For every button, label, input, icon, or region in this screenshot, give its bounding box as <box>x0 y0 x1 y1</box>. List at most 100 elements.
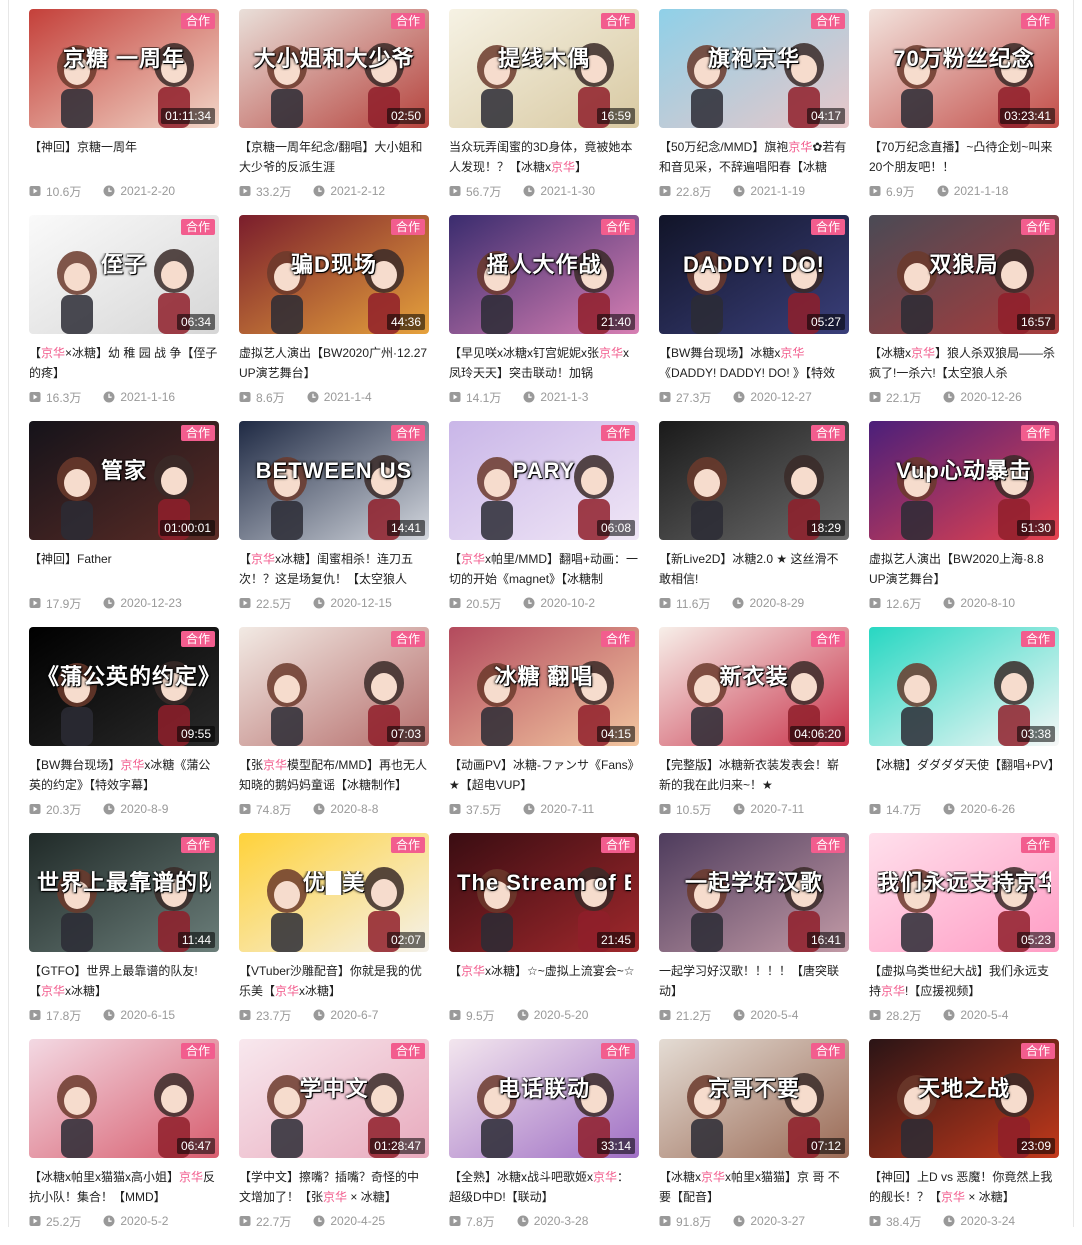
video-card[interactable]: Vup心动暴击 合作 51:30 虚拟艺人演出【BW2020上海·8.8 UP演艺舞台… <box>869 421 1059 627</box>
video-title[interactable]: 【新Live2D】冰糖2.0 ★ 这丝滑不敢相信! <box>659 549 849 589</box>
video-title[interactable]: 【京糖一周年纪念/翻唱】大小姐和大少爷的反派生涯 <box>239 137 429 177</box>
video-title[interactable]: 虚拟艺人演出【BW2020上海·8.8 UP演艺舞台】 <box>869 549 1059 589</box>
view-count-text: 56.7万 <box>466 184 502 199</box>
video-thumbnail[interactable]: PARY 合作 06:08 <box>449 421 639 540</box>
view-count-text: 28.2万 <box>886 1008 922 1023</box>
video-title[interactable]: 【全熟】冰糖x战斗吧歌姬x京华：超级D中D!【联动】 <box>449 1167 639 1207</box>
video-title[interactable]: 【神回】上D vs 恶魔！你竟然上我的舰长！？【京华 × 冰糖】 <box>869 1167 1059 1207</box>
video-title[interactable]: 一起学习好汉歌！！！！【唐突联动】 <box>659 961 849 1001</box>
video-title[interactable]: 【张京华模型配布/MMD】再也无人知晓的鹅妈妈童谣【冰糖制作】 <box>239 755 429 795</box>
video-card[interactable]: 《蒲公英的约定》 合作 09:55 【BW舞台现场】京华x冰糖《蒲公英的约定》【特效字… <box>29 627 219 833</box>
video-card[interactable]: 大小姐和大少爷 合作 02:50 【京糖一周年纪念/翻唱】大小姐和大少爷的反派生涯 33… <box>239 9 429 215</box>
video-card[interactable]: 京哥不要 合作 07:12 【冰糖x京华x帕里x猫猫】京 哥 不要【配音】 91.8万 2… <box>659 1039 849 1245</box>
video-card[interactable]: 合作 03:38 【冰糖】ダダダダ天使【翻唱+PV】 14.7万 2020-6-26 <box>869 627 1059 833</box>
video-thumbnail[interactable]: 合作 03:38 <box>869 627 1059 746</box>
video-duration: 07:12 <box>806 1138 845 1154</box>
video-card[interactable]: 学中文 合作 01:28:47 【学中文】擦嘴？插嘴？奇怪的中文增加了！【张京华 × … <box>239 1039 429 1245</box>
video-title[interactable]: 【京华x冰糖】☆~虚拟上流宴会~☆ <box>449 961 639 1001</box>
video-card[interactable]: 世界上最靠谱的队友合作11:44 【GTFO】世界上最靠谱的队友!【京华x冰糖】 1… <box>29 833 219 1039</box>
video-thumbnail[interactable]: 学中文 合作 01:28:47 <box>239 1039 429 1158</box>
video-card[interactable]: 优█美 合作 02:07 【VTuber沙雕配音】你就是我的优乐美【京华x冰糖】 23.… <box>239 833 429 1039</box>
video-title[interactable]: 【神回】京糖一周年 <box>29 137 219 177</box>
video-title[interactable]: 【完整版】冰糖新衣装发表会！崭新的我在此归来~！★ <box>659 755 849 795</box>
video-title[interactable]: 【早见咲x冰糖x钉宫妮妮x张京华x凤玲天天】突击联动！加锅 <box>449 343 639 383</box>
video-thumbnail[interactable]: 提线木偶 合作 16:59 <box>449 9 639 128</box>
video-thumbnail[interactable]: 天地之战 合作 23:09 <box>869 1039 1059 1158</box>
video-thumbnail[interactable]: 管家 合作 01:00:01 <box>29 421 219 540</box>
video-title[interactable]: 【VTuber沙雕配音】你就是我的优乐美【京华x冰糖】 <box>239 961 429 1001</box>
video-thumbnail[interactable]: 《蒲公英的约定》 合作 09:55 <box>29 627 219 746</box>
video-title[interactable]: 【京华×冰糖】幼 稚 园 战 争【侄子的疼】 <box>29 343 219 383</box>
video-thumbnail[interactable]: 冰糖 翻唱 合作 04:15 <box>449 627 639 746</box>
view-count: 22.5万 <box>239 595 291 612</box>
video-thumbnail[interactable]: 侄子 合作 06:34 <box>29 215 219 334</box>
video-card[interactable]: 合作 06:47 【冰糖x帕里x猫猫x高小姐】京华反抗小队！集合！【MMD】 25.2… <box>29 1039 219 1245</box>
video-thumbnail[interactable]: 一起学好汉歌 合作 16:41 <box>659 833 849 952</box>
video-thumbnail[interactable]: Vup心动暴击 合作 51:30 <box>869 421 1059 540</box>
video-thumbnail[interactable]: 电话联动 合作 33:14 <box>449 1039 639 1158</box>
video-thumbnail[interactable]: 新衣装 合作 04:06:20 <box>659 627 849 746</box>
video-card[interactable]: 京糖 一周年 合作 01:11:34 【神回】京糖一周年 10.6万 2021-2-20 <box>29 9 219 215</box>
video-thumbnail[interactable]: DADDY! DO! 合作 05:27 <box>659 215 849 334</box>
video-card[interactable]: 管家 合作 01:00:01 【神回】Father 17.9万 2020-12-23 <box>29 421 219 627</box>
video-title[interactable]: 【GTFO】世界上最靠谱的队友!【京华x冰糖】 <box>29 961 219 1001</box>
video-title[interactable]: 当众玩弄闺蜜的3D身体，竟被她本人发现！？【冰糖x京华】 <box>449 137 639 177</box>
video-thumbnail[interactable]: 世界上最靠谱的队友合作11:44 <box>29 833 219 952</box>
video-card[interactable]: 我们永远支持京华! 合作 05:23 【虚拟乌类世纪大战】我们永远支持京华!【应援视频… <box>869 833 1059 1039</box>
video-thumbnail[interactable]: 大小姐和大少爷 合作 02:50 <box>239 9 429 128</box>
video-card[interactable]: 提线木偶 合作 16:59 当众玩弄闺蜜的3D身体，竟被她本人发现！？【冰糖x京华】 5… <box>449 9 639 215</box>
video-card[interactable]: 合作 07:03 【张京华模型配布/MMD】再也无人知晓的鹅妈妈童谣【冰糖制作】 74… <box>239 627 429 833</box>
video-title[interactable]: 【BW舞台现场】京华x冰糖《蒲公英的约定》【特效字幕】 <box>29 755 219 795</box>
video-title[interactable]: 【冰糖】ダダダダ天使【翻唱+PV】 <box>869 755 1059 795</box>
video-title[interactable]: 【冰糖x京华】狼人杀双狼局——杀疯了!一杀六!【太空狼人杀 <box>869 343 1059 383</box>
video-card[interactable]: 骗D现场 合作 44:36 虚拟艺人演出【BW2020广州·12.27 UP演艺舞台】… <box>239 215 429 421</box>
video-card[interactable]: 双狼局 合作 16:57 【冰糖x京华】狼人杀双狼局——杀疯了!一杀六!【太空狼人杀 2… <box>869 215 1059 421</box>
video-thumbnail[interactable]: BETWEEN US 合作 14:41 <box>239 421 429 540</box>
video-duration: 11:44 <box>177 932 215 948</box>
video-card[interactable]: 天地之战 合作 23:09 【神回】上D vs 恶魔！你竟然上我的舰长！？【京华 × … <box>869 1039 1059 1245</box>
clock-icon <box>733 391 745 403</box>
video-card[interactable]: 摇人大作战 合作 21:40 【早见咲x冰糖x钉宫妮妮x张京华x凤玲天天】突击联动！加… <box>449 215 639 421</box>
video-title[interactable]: 【神回】Father <box>29 549 219 589</box>
video-title[interactable]: 虚拟艺人演出【BW2020广州·12.27 UP演艺舞台】 <box>239 343 429 383</box>
video-title[interactable]: 【京华x帕里/MMD】翻唱+动画：一切的开始《magnet》【冰糖制 <box>449 549 639 589</box>
video-card[interactable]: 新衣装 合作 04:06:20 【完整版】冰糖新衣装发表会！崭新的我在此归来~！★ 10… <box>659 627 849 833</box>
collab-badge: 合作 <box>810 13 845 29</box>
video-thumbnail[interactable]: 旗袍京华 合作 04:17 <box>659 9 849 128</box>
video-card[interactable]: 侄子 合作 06:34 【京华×冰糖】幼 稚 园 战 争【侄子的疼】 16.3万 2021… <box>29 215 219 421</box>
video-thumbnail[interactable]: 骗D现场 合作 44:36 <box>239 215 429 334</box>
play-count-icon <box>449 1215 461 1227</box>
video-thumbnail[interactable]: 摇人大作战 合作 21:40 <box>449 215 639 334</box>
video-title[interactable]: 【虚拟乌类世纪大战】我们永远支持京华!【应援视频】 <box>869 961 1059 1001</box>
video-card[interactable]: The Stream of Eleg合作21:45 【京华x冰糖】☆~虚拟上流宴会… <box>449 833 639 1039</box>
video-title[interactable]: 【冰糖x京华x帕里x猫猫】京 哥 不要【配音】 <box>659 1167 849 1207</box>
title-text: 【BW舞台现场】 <box>29 758 121 772</box>
video-title[interactable]: 【70万纪念直播】~凸待企划~叫来20个朋友吧！！ <box>869 137 1059 177</box>
video-title[interactable]: 【学中文】擦嘴？插嘴？奇怪的中文增加了！【张京华 × 冰糖】 <box>239 1167 429 1207</box>
video-title[interactable]: 【50万纪念/MMD】旗袍京华✿若有和音见采，不辞遍唱阳春【冰糖 <box>659 137 849 177</box>
video-card[interactable]: BETWEEN US 合作 14:41 【京华x冰糖】闺蜜相杀！连刀五次！？这是场复仇… <box>239 421 429 627</box>
video-thumbnail[interactable]: 合作 18:29 <box>659 421 849 540</box>
video-title[interactable]: 【BW舞台现场】冰糖x京华《DADDY! DADDY! DO! 》【特效 <box>659 343 849 383</box>
video-thumbnail[interactable]: 合作 06:47 <box>29 1039 219 1158</box>
video-card[interactable]: 旗袍京华 合作 04:17 【50万纪念/MMD】旗袍京华✿若有和音见采，不辞遍唱阳春… <box>659 9 849 215</box>
video-title[interactable]: 【动画PV】冰糖-ファンサ《Fans》★【超电VUP】 <box>449 755 639 795</box>
video-thumbnail[interactable]: 我们永远支持京华! 合作 05:23 <box>869 833 1059 952</box>
video-card[interactable]: PARY 合作 06:08 【京华x帕里/MMD】翻唱+动画：一切的开始《magnet… <box>449 421 639 627</box>
video-thumbnail[interactable]: 京哥不要 合作 07:12 <box>659 1039 849 1158</box>
video-card[interactable]: 一起学好汉歌 合作 16:41 一起学习好汉歌！！！！【唐突联动】 21.2万 2020-… <box>659 833 849 1039</box>
video-thumbnail[interactable]: 优█美 合作 02:07 <box>239 833 429 952</box>
video-thumbnail[interactable]: 70万粉丝纪念 合作 03:23:41 <box>869 9 1059 128</box>
video-card[interactable]: 电话联动 合作 33:14 【全熟】冰糖x战斗吧歌姬x京华：超级D中D!【联动】 7.8… <box>449 1039 639 1245</box>
video-card[interactable]: 合作 18:29 【新Live2D】冰糖2.0 ★ 这丝滑不敢相信! 11.6万 202… <box>659 421 849 627</box>
video-thumbnail[interactable]: The Stream of Eleg合作21:45 <box>449 833 639 952</box>
video-title[interactable]: 【冰糖x帕里x猫猫x高小姐】京华反抗小队！集合！【MMD】 <box>29 1167 219 1207</box>
view-count-text: 8.6万 <box>256 390 285 405</box>
video-card[interactable]: DADDY! DO! 合作 05:27 【BW舞台现场】冰糖x京华《DADDY! DA… <box>659 215 849 421</box>
video-title[interactable]: 【京华x冰糖】闺蜜相杀！连刀五次！？这是场复仇！【太空狼人 <box>239 549 429 589</box>
video-thumbnail[interactable]: 京糖 一周年 合作 01:11:34 <box>29 9 219 128</box>
video-thumbnail[interactable]: 合作 07:03 <box>239 627 429 746</box>
video-card[interactable]: 70万粉丝纪念 合作 03:23:41 【70万纪念直播】~凸待企划~叫来20个朋友吧… <box>869 9 1059 215</box>
video-card[interactable]: 冰糖 翻唱 合作 04:15 【动画PV】冰糖-ファンサ《Fans》★【超电VUP】 3… <box>449 627 639 833</box>
video-thumbnail[interactable]: 双狼局 合作 16:57 <box>869 215 1059 334</box>
